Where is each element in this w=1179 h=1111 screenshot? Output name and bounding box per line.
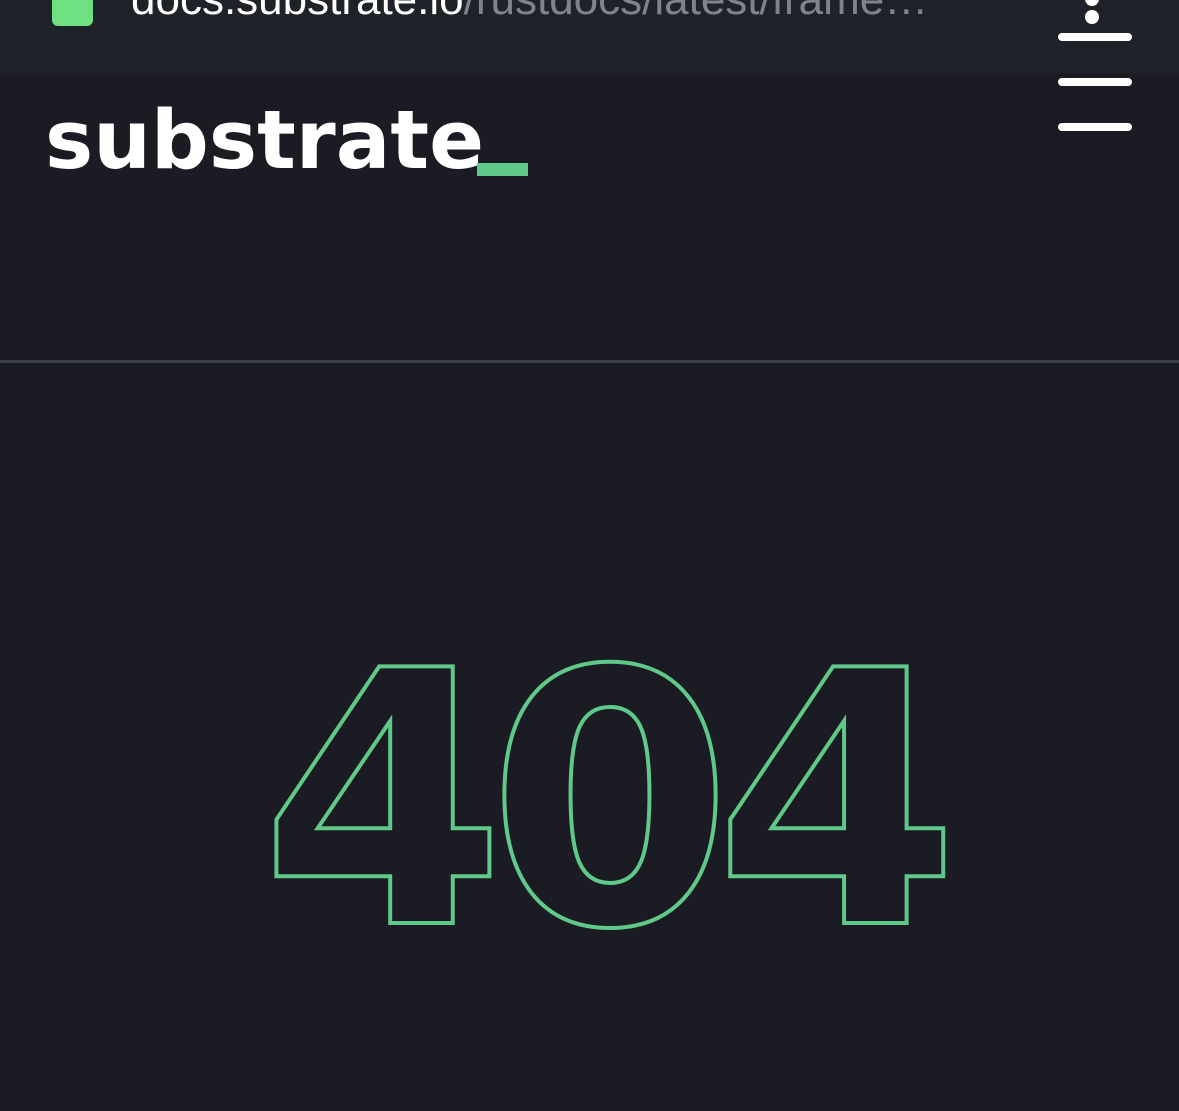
error-code: 404 — [261, 597, 946, 1007]
url-text[interactable]: docs.substrate.io/rustdocs/latest/frame… — [131, 0, 1026, 26]
browser-address-bar[interactable]: docs.substrate.io/rustdocs/latest/frame… — [0, 0, 1179, 73]
logo-cursor-accent — [477, 163, 528, 176]
site-favicon-icon — [52, 0, 93, 26]
error-code-graphic: 404 — [259, 595, 966, 1009]
url-path: /rustdocs/latest/frame… — [464, 0, 929, 24]
error-page-main: 404 — [0, 363, 1179, 1111]
kebab-menu-icon[interactable] — [1083, 0, 1101, 26]
hamburger-menu-icon[interactable] — [1058, 33, 1132, 170]
site-logo[interactable]: substrate — [45, 96, 484, 186]
url-domain: docs.substrate.io — [131, 0, 464, 24]
